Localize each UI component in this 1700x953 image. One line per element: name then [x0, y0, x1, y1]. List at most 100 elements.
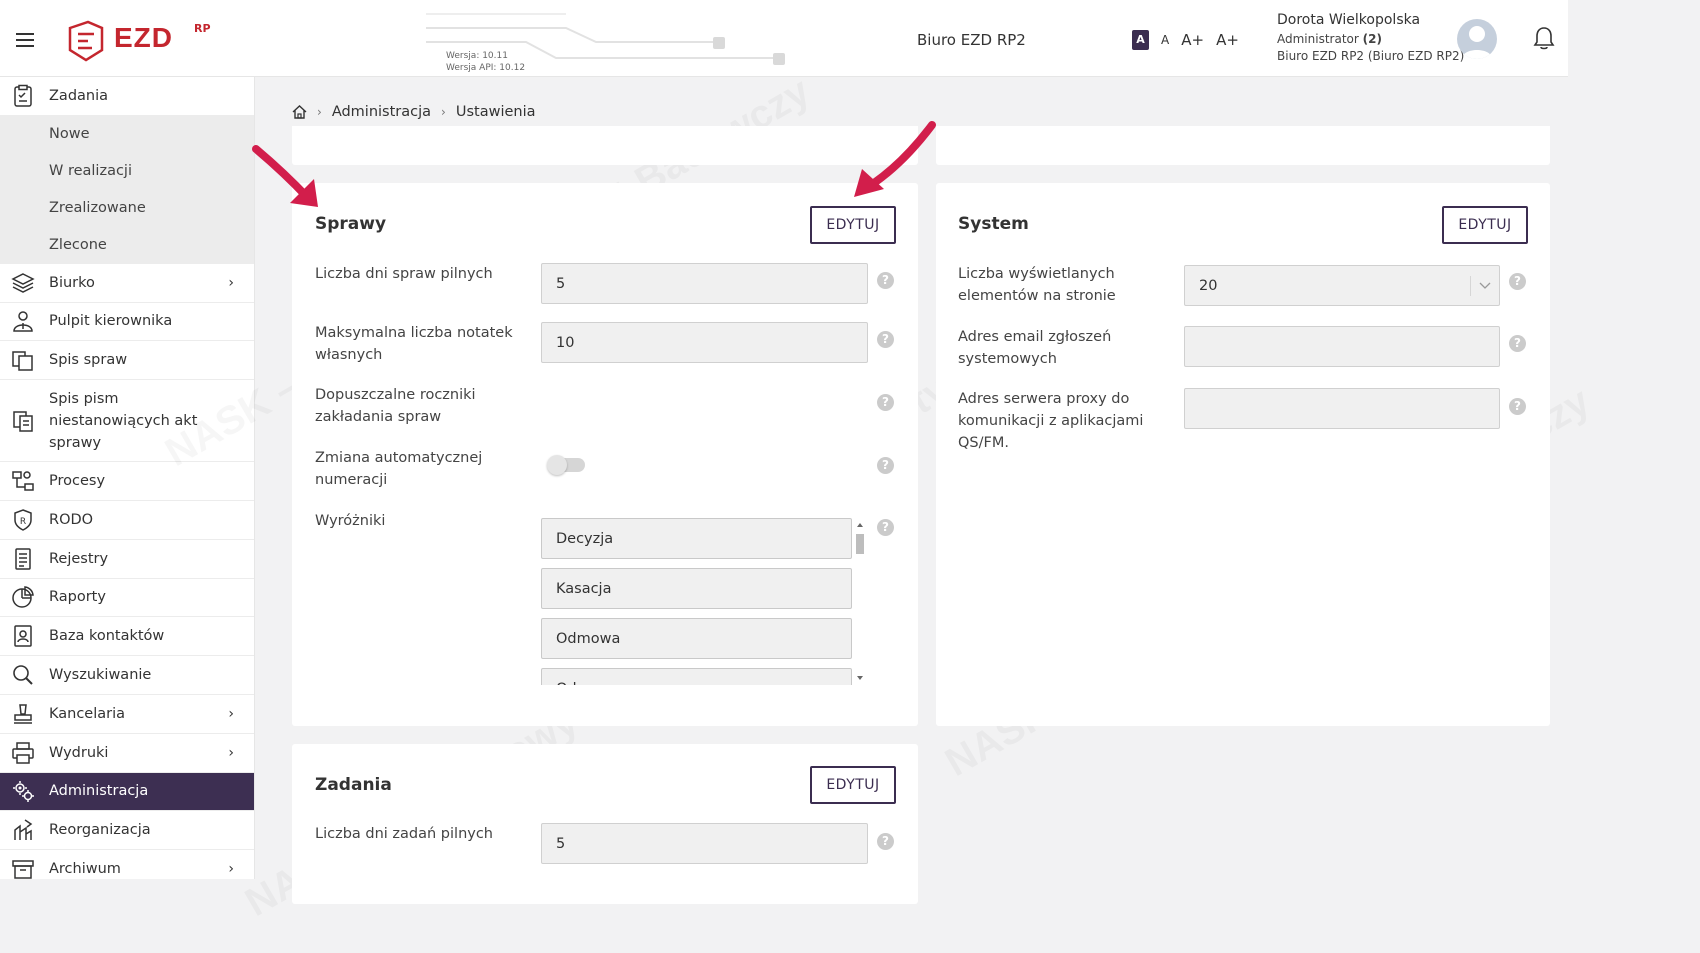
toggle-knob — [547, 455, 567, 475]
highlights-list[interactable]: Decyzja Kasacja Odmowa Odmowa... — [541, 518, 868, 685]
font-size-xlarge[interactable]: A+ — [1216, 30, 1239, 50]
sidebar-item-spis-pism[interactable]: Spis pism niestanowiących akt sprawy — [0, 380, 254, 463]
avatar[interactable] — [1457, 19, 1497, 59]
system-title: System — [958, 214, 1029, 234]
sidebar-item-baza-kontaktow[interactable]: Baza kontaktów — [0, 617, 254, 657]
pie-chart-icon — [12, 586, 34, 609]
help-icon[interactable]: ? — [1509, 398, 1526, 415]
sidebar-item-raporty[interactable]: Raporty — [0, 579, 254, 618]
user-role-count: (2) — [1362, 32, 1382, 46]
documents-icon — [13, 410, 33, 432]
system-edit-button[interactable]: EDYTUJ — [1442, 206, 1528, 244]
logo-text: EZD — [114, 22, 173, 53]
sidebar-item-kancelaria[interactable]: Kancelaria › — [0, 695, 254, 734]
sidebar-item-rejestry[interactable]: Rejestry — [0, 540, 254, 579]
font-size-default[interactable]: A — [1132, 30, 1149, 50]
sprawy-title: Sprawy — [315, 214, 387, 234]
sidebar-item-procesy[interactable]: Procesy — [0, 462, 254, 501]
sidebar-subitem-zlecone[interactable]: Zlecone — [0, 226, 254, 264]
breadcrumb-administracja[interactable]: Administracja — [332, 104, 431, 120]
help-icon[interactable]: ? — [877, 519, 894, 536]
highlight-item[interactable]: Odmowa... — [541, 668, 852, 685]
layers-icon — [11, 272, 35, 293]
sidebar-item-zadania[interactable]: Zadania — [0, 77, 254, 116]
urgent-days-input[interactable]: 5 — [541, 263, 868, 304]
gears-icon — [13, 781, 34, 803]
help-icon[interactable]: ? — [877, 457, 894, 474]
chevron-right-icon: › — [228, 705, 234, 722]
help-icon[interactable]: ? — [1509, 335, 1526, 352]
sidebar-item-label: Wydruki — [49, 744, 109, 761]
sidebar-item-archiwum[interactable]: Archiwum › — [0, 850, 254, 879]
sidebar-item-label: Reorganizacja — [49, 822, 151, 839]
sidebar-subitem-w-realizacji[interactable]: W realizacji — [0, 152, 254, 190]
font-size-normal[interactable]: A — [1161, 30, 1169, 50]
zadania-edit-button[interactable]: EDYTUJ — [810, 766, 896, 804]
sidebar-subitem-zrealizowane[interactable]: Zrealizowane — [0, 189, 254, 227]
chevron-right-icon: › — [228, 861, 234, 878]
sidebar-item-wyszukiwanie[interactable]: Wyszukiwanie — [0, 656, 254, 695]
sidebar-item-label: Archiwum — [49, 861, 121, 878]
chevron-right-icon: › — [228, 744, 234, 761]
help-icon[interactable]: ? — [877, 394, 894, 411]
card-partial-top-right — [936, 126, 1550, 165]
ezd-logo-icon — [68, 20, 104, 62]
shield-icon: R — [14, 509, 32, 531]
highlights-scrollbar[interactable] — [854, 518, 866, 685]
sidebar-item-wydruki[interactable]: Wydruki › — [0, 734, 254, 773]
svg-text:R: R — [20, 517, 26, 527]
sidebar-item-label: Kancelaria — [49, 705, 126, 722]
sidebar: Zadania Nowe W realizacji Zrealizowane Z… — [0, 77, 255, 879]
user-role-label: Administrator — [1277, 32, 1359, 46]
sprawy-card: Sprawy EDYTUJ Liczba dni spraw pilnych 5… — [292, 183, 918, 726]
archive-icon — [12, 860, 34, 879]
font-size-large[interactable]: A+ — [1181, 30, 1204, 50]
sprawy-edit-button[interactable]: EDYTUJ — [810, 206, 896, 244]
sidebar-subitem-label: Zrealizowane — [49, 200, 146, 217]
help-icon[interactable]: ? — [877, 833, 894, 850]
breadcrumb: › Administracja › Ustawienia — [292, 104, 536, 120]
sidebar-item-pulpit-kierownika[interactable]: Pulpit kierownika — [0, 303, 254, 342]
sidebar-item-administracja[interactable]: Administracja — [0, 772, 254, 812]
office-title: Biuro EZD RP2 — [917, 31, 1026, 49]
items-per-page-select[interactable]: 20 — [1184, 265, 1500, 306]
max-notes-input[interactable]: 10 — [541, 322, 868, 363]
sidebar-item-label: Spis spraw — [49, 352, 128, 369]
sidebar-subitem-label: W realizacji — [49, 163, 132, 180]
auto-numbering-toggle[interactable] — [547, 455, 585, 475]
help-icon[interactable]: ? — [877, 331, 894, 348]
menu-icon[interactable] — [16, 33, 34, 47]
highlight-item[interactable]: Odmowa — [541, 618, 852, 659]
sidebar-item-label: Baza kontaktów — [49, 628, 165, 645]
sidebar-item-spis-spraw[interactable]: Spis spraw — [0, 341, 254, 381]
help-icon[interactable]: ? — [877, 272, 894, 289]
sidebar-item-label: Administracja — [49, 783, 149, 800]
proxy-input[interactable] — [1184, 388, 1500, 429]
help-icon[interactable]: ? — [1509, 273, 1526, 290]
user-avatar-icon — [1462, 26, 1492, 59]
select-divider — [1470, 275, 1471, 296]
sidebar-item-label: Pulpit kierownika — [49, 313, 173, 330]
sidebar-item-biurko[interactable]: Biurko › — [0, 264, 254, 303]
chevron-right-icon: › — [228, 274, 234, 291]
user-info[interactable]: Dorota Wielkopolska Administrator (2) Bi… — [1277, 12, 1464, 63]
stamp-icon — [14, 704, 32, 724]
sidebar-item-reorganizacja[interactable]: Reorganizacja — [0, 811, 254, 851]
highlight-item[interactable]: Decyzja — [541, 518, 852, 559]
sidebar-subitem-label: Zlecone — [49, 237, 107, 254]
highlight-item[interactable]: Kasacja — [541, 568, 852, 609]
sidebar-item-rodo[interactable]: R RODO — [0, 501, 254, 540]
app-logo[interactable]: EZD RP — [66, 20, 226, 62]
report-email-input[interactable] — [1184, 326, 1500, 367]
notifications-bell-icon[interactable] — [1533, 26, 1555, 50]
chevron-down-icon — [1479, 282, 1491, 289]
font-size-controls: A A A+ A+ — [1132, 30, 1239, 50]
sidebar-subitem-nowe[interactable]: Nowe — [0, 115, 254, 153]
sidebar-subitem-label: Nowe — [49, 126, 90, 143]
sidebar-item-label: Spis pism niestanowiących akt sprawy — [49, 390, 198, 451]
sidebar-item-label: RODO — [49, 511, 94, 528]
search-icon — [13, 665, 33, 685]
home-icon[interactable] — [292, 105, 307, 119]
sidebar-item-label: Biurko — [49, 274, 95, 291]
tasks-urgent-days-input[interactable]: 5 — [541, 823, 868, 864]
